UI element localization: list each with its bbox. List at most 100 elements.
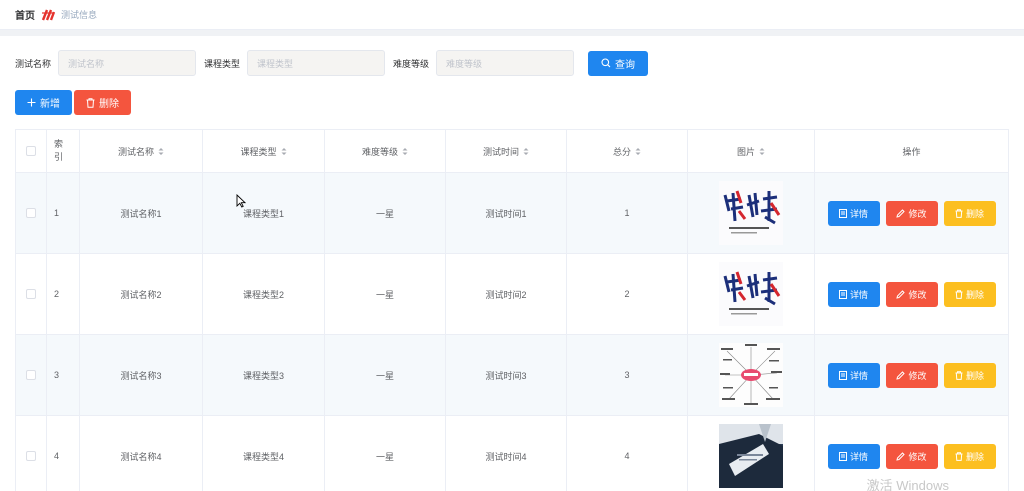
- table-row[interactable]: 1 测试名称1 课程类型1 一星 测试时间1 1 详情 修改 删除: [15, 173, 1009, 254]
- cell-index: 2: [47, 254, 80, 334]
- jianshen-poster-image[interactable]: [719, 262, 783, 326]
- delete-button-label: 删除: [965, 451, 984, 462]
- detail-button[interactable]: 详情: [827, 200, 880, 226]
- delete-button[interactable]: 删除: [943, 362, 996, 388]
- mindmap-image[interactable]: [719, 343, 783, 407]
- row-select[interactable]: [15, 335, 47, 415]
- sort-icon[interactable]: [523, 147, 529, 156]
- cell-image: [688, 173, 815, 253]
- header-index-line2: 引: [54, 152, 64, 162]
- header-type-label: 课程类型: [240, 146, 277, 157]
- document-icon: [838, 208, 847, 218]
- detail-button[interactable]: 详情: [827, 443, 880, 469]
- detail-button[interactable]: 详情: [827, 281, 880, 307]
- cell-image: [688, 254, 815, 334]
- breadcrumb-separator-icon: [41, 9, 55, 20]
- cell-image: [688, 416, 815, 491]
- row-select[interactable]: [15, 416, 47, 491]
- header-time[interactable]: 测试时间: [446, 130, 567, 172]
- edit-button[interactable]: 修改: [885, 281, 938, 307]
- row-checkbox[interactable]: [26, 208, 36, 218]
- name-input[interactable]: 测试名称: [58, 50, 197, 76]
- cell-index: 4: [47, 416, 80, 491]
- header-select-all[interactable]: [15, 130, 47, 172]
- edit-icon: [896, 208, 906, 218]
- edit-icon: [896, 370, 906, 380]
- cell-name: 测试名称1: [80, 173, 203, 253]
- header-index-line1: 索: [54, 139, 64, 149]
- sort-icon[interactable]: [402, 147, 408, 156]
- level-label: 难度等级: [393, 58, 430, 69]
- cell-index: 3: [47, 335, 80, 415]
- level-input[interactable]: 难度等级: [436, 50, 575, 76]
- detail-button-label: 详情: [849, 451, 868, 462]
- detail-button-label: 详情: [849, 208, 868, 219]
- table-row[interactable]: 4 测试名称4 课程类型4 一星 测试时间4 4 详情 修改 删除: [15, 416, 1009, 491]
- batch-delete-button[interactable]: 删除: [74, 90, 131, 115]
- breadcrumb-home[interactable]: 首页: [15, 7, 35, 22]
- header-score[interactable]: 总分: [567, 130, 688, 172]
- business-photo-image[interactable]: [719, 424, 783, 488]
- activate-windows-watermark: 激活 Windows: [866, 478, 949, 491]
- row-checkbox[interactable]: [26, 370, 36, 380]
- document-icon: [838, 370, 847, 380]
- sort-icon[interactable]: [759, 147, 765, 156]
- search-button[interactable]: 查询: [588, 50, 649, 76]
- header-difficulty[interactable]: 难度等级: [325, 130, 446, 172]
- header-difficulty-label: 难度等级: [361, 146, 398, 157]
- type-input[interactable]: 课程类型: [247, 50, 386, 76]
- header-name[interactable]: 测试名称: [80, 130, 203, 172]
- sort-icon[interactable]: [635, 147, 641, 156]
- header-image[interactable]: 图片: [688, 130, 815, 172]
- add-button[interactable]: 新增: [15, 90, 72, 115]
- detail-button[interactable]: 详情: [827, 362, 880, 388]
- cell-type: 课程类型3: [203, 335, 325, 415]
- data-table: 索 引 测试名称 课程类型 难度等级 测试时间 总分 图片 操作 1 测试名称1…: [15, 129, 1009, 491]
- trash-icon: [955, 370, 963, 380]
- cell-difficulty: 一星: [325, 173, 446, 253]
- sort-icon[interactable]: [158, 147, 164, 156]
- plus-icon: [27, 98, 36, 107]
- breadcrumb-current: 测试信息: [61, 10, 98, 20]
- row-select[interactable]: [15, 173, 47, 253]
- row-select[interactable]: [15, 254, 47, 334]
- header-ops-label: 操作: [902, 146, 921, 157]
- document-icon: [838, 451, 847, 461]
- delete-button[interactable]: 删除: [943, 281, 996, 307]
- row-checkbox[interactable]: [26, 451, 36, 461]
- select-all-checkbox[interactable]: [26, 146, 36, 156]
- table-row[interactable]: 2 测试名称2 课程类型2 一星 测试时间2 2 详情 修改 删除: [15, 254, 1009, 335]
- jianshen-poster-image[interactable]: [719, 181, 783, 245]
- header-type[interactable]: 课程类型: [203, 130, 325, 172]
- trash-icon: [86, 97, 95, 108]
- detail-button-label: 详情: [849, 370, 868, 381]
- row-checkbox[interactable]: [26, 289, 36, 299]
- cell-type: 课程类型1: [203, 173, 325, 253]
- cell-image: [688, 335, 815, 415]
- search-icon: [601, 58, 611, 68]
- edit-button-label: 修改: [908, 289, 927, 300]
- name-label: 测试名称: [15, 58, 52, 69]
- document-icon: [838, 289, 847, 299]
- cell-difficulty: 一星: [325, 254, 446, 334]
- edit-button[interactable]: 修改: [885, 200, 938, 226]
- add-button-label: 新增: [40, 99, 60, 110]
- sort-icon[interactable]: [281, 147, 287, 156]
- header-image-label: 图片: [736, 146, 755, 157]
- cell-score: 3: [567, 335, 688, 415]
- cell-time: 测试时间4: [446, 416, 567, 491]
- table-row[interactable]: 3 测试名称3 课程类型3 一星 测试时间3 3 详情 修改 删除: [15, 335, 1009, 416]
- breadcrumb: 首页 测试信息: [0, 0, 1024, 30]
- edit-button[interactable]: 修改: [885, 362, 938, 388]
- mouse-cursor-icon: [236, 194, 246, 208]
- cell-type: 课程类型2: [203, 254, 325, 334]
- cell-score: 1: [567, 173, 688, 253]
- delete-button[interactable]: 删除: [943, 200, 996, 226]
- batch-delete-label: 删除: [99, 99, 119, 110]
- main-panel: 测试名称 测试名称 课程类型 课程类型 难度等级 难度等级 查询 新增 删除 索…: [0, 36, 1024, 491]
- cell-score: 4: [567, 416, 688, 491]
- edit-button-label: 修改: [908, 208, 927, 219]
- action-bar: 新增 删除: [15, 90, 131, 115]
- delete-button[interactable]: 删除: [943, 443, 996, 469]
- edit-button[interactable]: 修改: [885, 443, 938, 469]
